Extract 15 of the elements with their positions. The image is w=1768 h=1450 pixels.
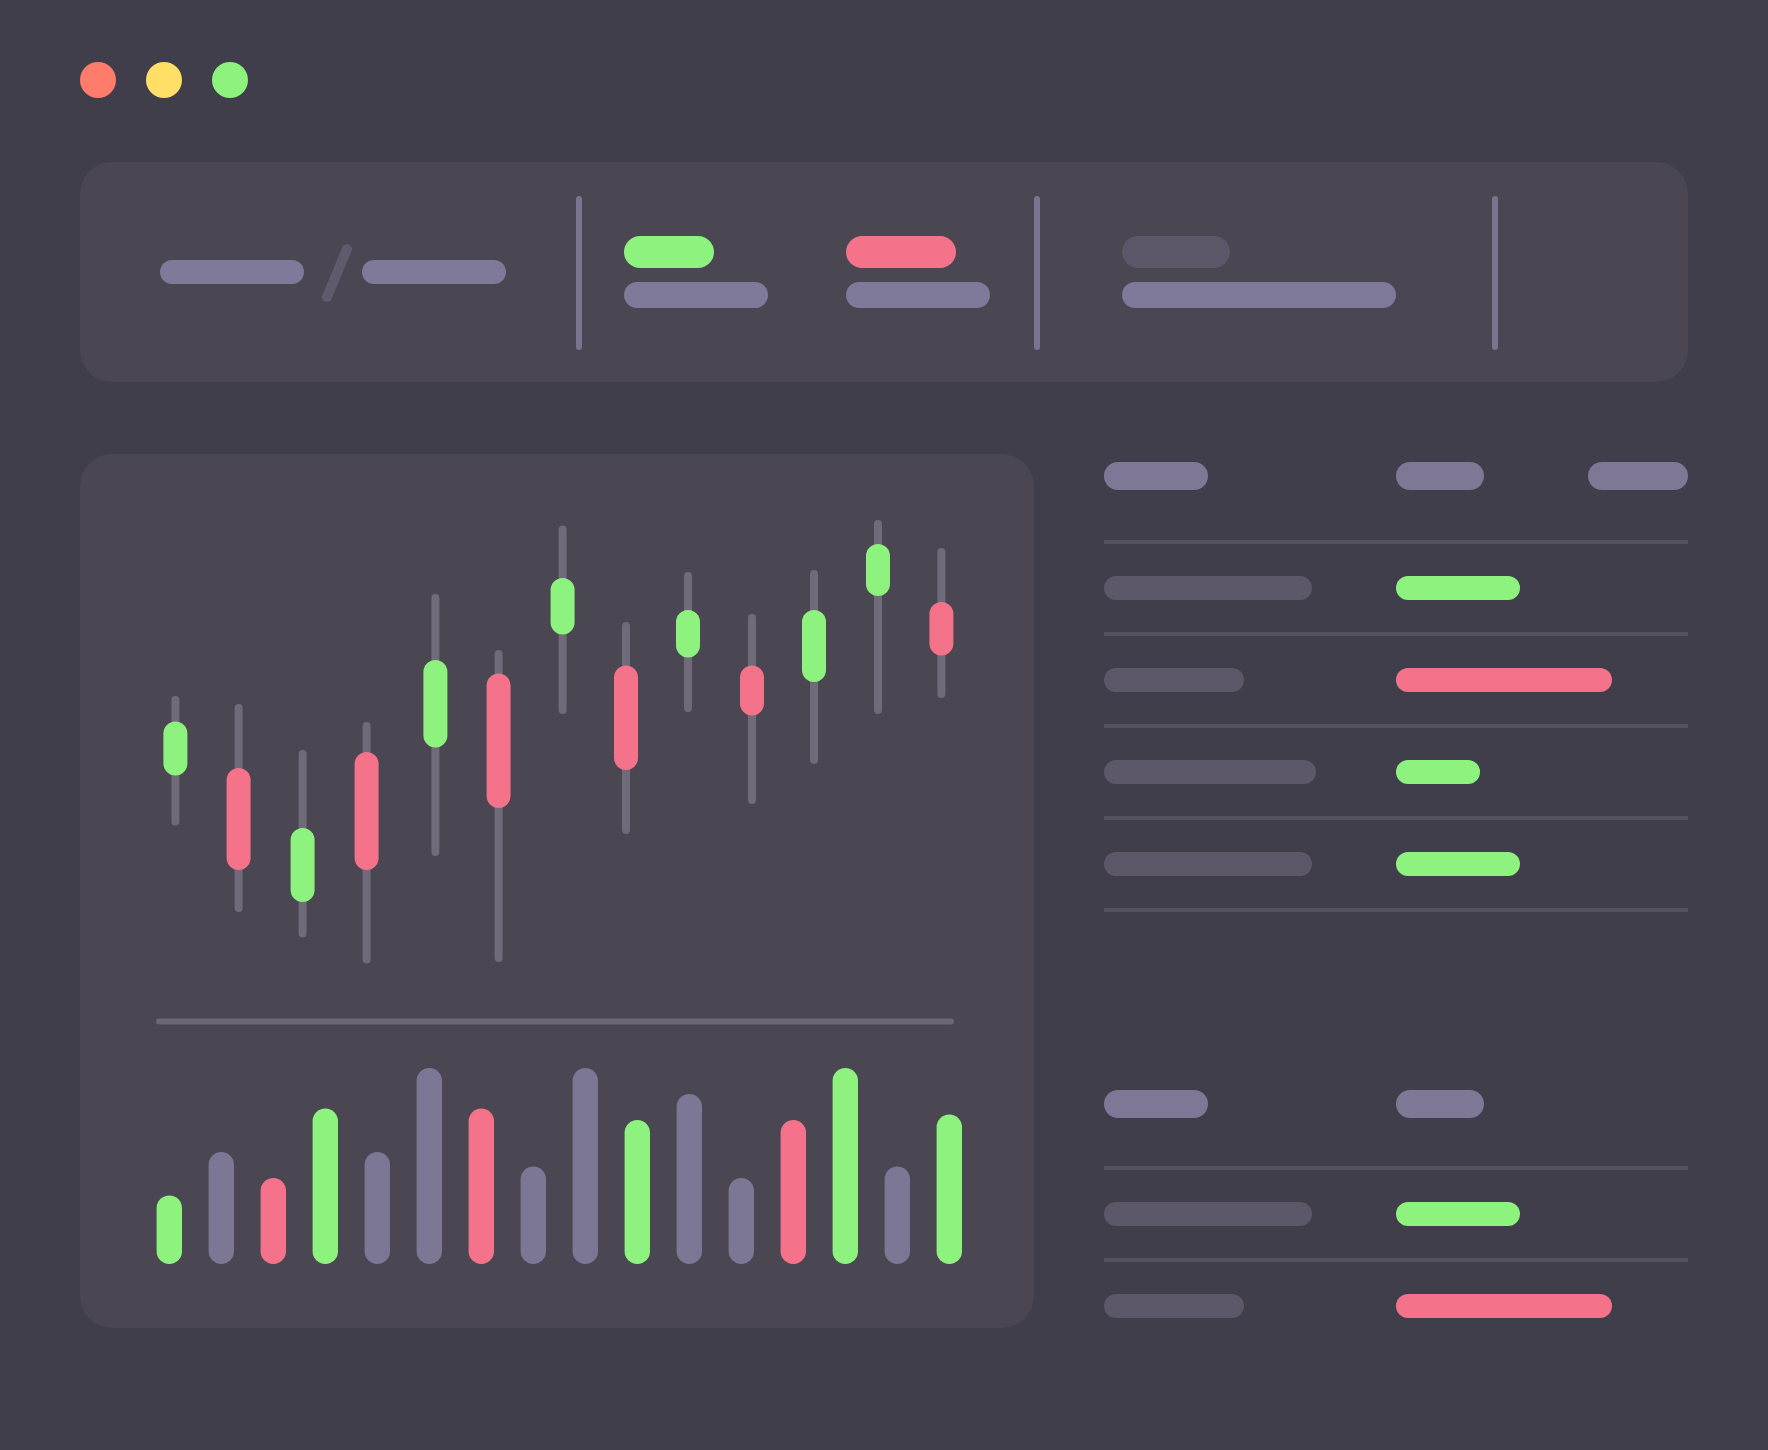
maximize-button[interactable] [212,62,248,98]
stat-label-placeholder [846,282,990,308]
column-header-placeholder [1396,1090,1484,1118]
column-header-placeholder [1588,462,1688,490]
close-button[interactable] [80,62,116,98]
breadcrumb-placeholder [362,260,506,284]
row-label-placeholder [1104,668,1244,692]
column-header-placeholder [1396,462,1484,490]
slash-icon [322,243,352,301]
breadcrumb-placeholder [160,260,304,284]
row-label-placeholder [1104,1294,1244,1318]
column-header-placeholder [1104,462,1208,490]
stat-label-placeholder [624,282,768,308]
minimize-button[interactable] [146,62,182,98]
column-header-placeholder [1104,1090,1208,1118]
